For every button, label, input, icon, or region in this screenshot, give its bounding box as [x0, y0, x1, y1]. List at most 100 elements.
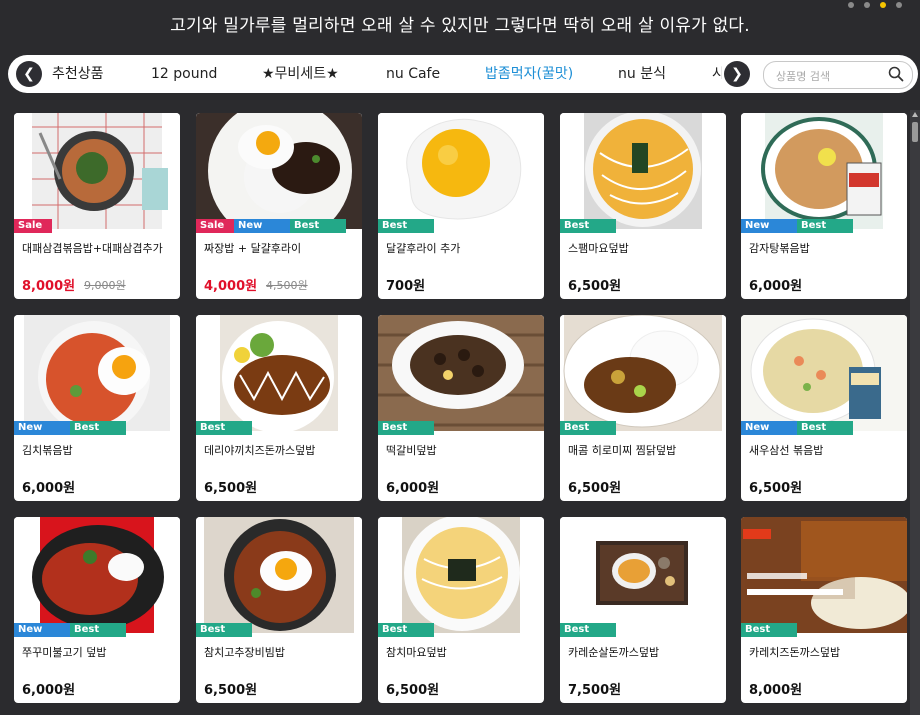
best-badge: Best [560, 421, 616, 435]
product-original-price: 4,500원 [266, 279, 308, 292]
tab-rice-meals[interactable]: 밥좀먹자(꿀맛) [485, 55, 573, 93]
product-image[interactable] [741, 113, 907, 229]
search-icon[interactable] [888, 66, 904, 82]
product-image[interactable] [14, 517, 180, 633]
new-badge: New [14, 421, 70, 435]
product-original-price: 9,000원 [84, 279, 126, 292]
product-badges: Best [378, 219, 434, 233]
product-name[interactable]: 카레치즈돈까스덮밥 [749, 644, 840, 660]
product-name[interactable]: 쭈꾸미불고기 덮밥 [22, 644, 106, 660]
product-image[interactable] [196, 113, 362, 229]
product-image[interactable] [378, 113, 544, 229]
product-card[interactable]: Best 참치마요덮밥 6,500원 [378, 517, 544, 703]
product-price: 8,000원 [22, 279, 76, 294]
product-badges: Best [378, 623, 434, 637]
chevron-right-icon[interactable]: ❯ [724, 61, 750, 87]
best-badge: Best [70, 421, 126, 435]
product-card[interactable]: Best 카레치즈돈까스덮밥 8,000원 [741, 517, 907, 703]
product-image[interactable] [14, 113, 180, 229]
product-card[interactable]: New Best 새우삼선 볶음밥 6,500원 [741, 315, 907, 501]
product-image[interactable] [741, 315, 907, 431]
product-name[interactable]: 감자탕볶음밥 [749, 240, 810, 256]
best-badge: Best [196, 623, 252, 637]
product-badges: New Best [14, 623, 126, 637]
product-badges: Best [560, 219, 616, 233]
best-badge: Best [70, 623, 126, 637]
product-image[interactable] [741, 517, 907, 633]
product-image[interactable] [378, 315, 544, 431]
page-dot[interactable] [864, 2, 870, 8]
search-input[interactable] [774, 65, 888, 87]
best-badge: Best [378, 623, 434, 637]
product-badges: Best [741, 623, 797, 637]
chevron-left-icon[interactable]: ❮ [16, 61, 42, 87]
scrollbar[interactable] [910, 110, 920, 715]
product-card[interactable]: Best 카레순살돈까스덮밥 7,500원 [560, 517, 726, 703]
new-badge: New [14, 623, 70, 637]
product-card[interactable]: New Best 쭈꾸미불고기 덮밥 6,000원 [14, 517, 180, 703]
new-badge: New [234, 219, 290, 233]
product-price: 700원 [386, 279, 426, 294]
tab-partial[interactable]: 시 [712, 55, 722, 93]
product-card[interactable]: Best 데리야끼치즈돈까스덮밥 6,500원 [196, 315, 362, 501]
page-dot[interactable] [848, 2, 854, 8]
best-badge: Best [741, 623, 797, 637]
product-image[interactable] [14, 315, 180, 431]
category-tabs: 추천상품 12 pound ★무비세트★ nu Cafe 밥좀먹자(꿀맛) nu… [52, 55, 722, 93]
new-badge: New [741, 421, 797, 435]
page-dot-active[interactable] [880, 2, 886, 8]
product-badges: Sale New Best [196, 219, 346, 233]
product-image[interactable] [560, 315, 726, 431]
product-name[interactable]: 참치고추장비빔밥 [204, 644, 285, 660]
product-card[interactable]: Sale 대패삼겹볶음밥+대패삼겹추가 8,000원 9,000원 [14, 113, 180, 299]
product-price: 6,000원 [749, 279, 803, 294]
product-image[interactable] [560, 517, 726, 633]
product-price: 7,500원 [568, 683, 622, 698]
product-card[interactable]: Sale New Best 짜장밥 + 달걀후라이 4,000원 4,500원 [196, 113, 362, 299]
tab-12-pound[interactable]: 12 pound [151, 55, 217, 93]
product-name[interactable]: 달걀후라이 추가 [386, 240, 460, 256]
product-card[interactable]: Best 달걀후라이 추가 700원 [378, 113, 544, 299]
best-badge: Best [196, 421, 252, 435]
product-name[interactable]: 대패삼겹볶음밥+대패삼겹추가 [22, 240, 163, 256]
product-price: 6,500원 [568, 279, 622, 294]
page-dot[interactable] [896, 2, 902, 8]
product-name[interactable]: 카레순살돈까스덮밥 [568, 644, 659, 660]
tab-nu-snack[interactable]: nu 분식 [618, 55, 666, 93]
product-image[interactable] [560, 113, 726, 229]
product-card[interactable]: Best 떡갈비덮밥 6,000원 [378, 315, 544, 501]
product-card[interactable]: Best 매콤 히로미찌 찜닭덮밥 6,500원 [560, 315, 726, 501]
product-name[interactable]: 새우삼선 볶음밥 [749, 442, 823, 458]
sale-badge: Sale [14, 219, 52, 233]
tab-recommended[interactable]: 추천상품 [52, 55, 104, 93]
product-image[interactable] [196, 517, 362, 633]
product-name[interactable]: 매콤 히로미찌 찜닭덮밥 [568, 442, 676, 458]
product-image[interactable] [196, 315, 362, 431]
scroll-up-arrow[interactable] [912, 112, 918, 117]
best-badge: Best [797, 219, 853, 233]
product-name[interactable]: 데리야끼치즈돈까스덮밥 [204, 442, 315, 458]
product-image[interactable] [378, 517, 544, 633]
tab-movie-set[interactable]: ★무비세트★ [262, 55, 339, 93]
product-badges: Best [378, 421, 434, 435]
product-badges: Best [196, 623, 252, 637]
product-card[interactable]: New Best 김치볶음밥 6,000원 [14, 315, 180, 501]
product-price: 4,000원 [204, 279, 258, 294]
product-card[interactable]: Best 스팸마요덮밥 6,500원 [560, 113, 726, 299]
product-price: 6,500원 [749, 481, 803, 496]
best-badge: Best [560, 623, 616, 637]
best-badge: Best [378, 421, 434, 435]
category-nav: ❮ 추천상품 12 pound ★무비세트★ nu Cafe 밥좀먹자(꿀맛) … [8, 55, 918, 93]
product-price: 6,000원 [22, 683, 76, 698]
tab-nu-cafe[interactable]: nu Cafe [386, 55, 440, 93]
product-name[interactable]: 스팸마요덮밥 [568, 240, 629, 256]
scroll-thumb[interactable] [912, 122, 918, 142]
product-card[interactable]: New Best 감자탕볶음밥 6,000원 [741, 113, 907, 299]
product-name[interactable]: 김치볶음밥 [22, 442, 73, 458]
product-name[interactable]: 짜장밥 + 달걀후라이 [204, 240, 301, 256]
product-badges: Best [560, 421, 616, 435]
product-card[interactable]: Best 참치고추장비빔밥 6,500원 [196, 517, 362, 703]
product-name[interactable]: 참치마요덮밥 [386, 644, 447, 660]
best-badge: Best [797, 421, 853, 435]
product-name[interactable]: 떡갈비덮밥 [386, 442, 437, 458]
